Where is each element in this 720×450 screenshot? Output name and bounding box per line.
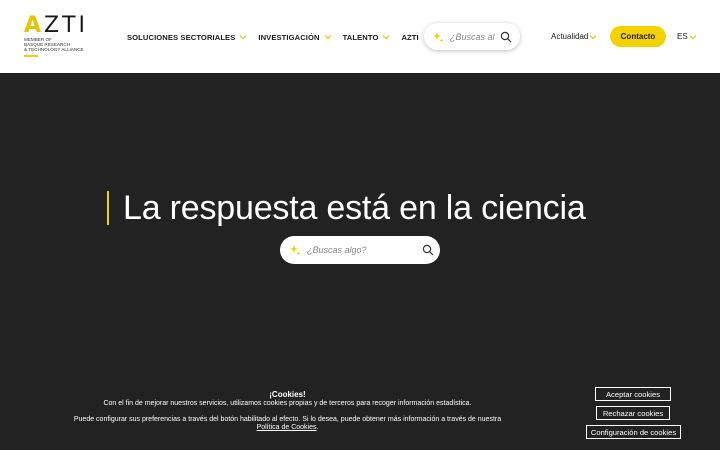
sparkle-icon bbox=[290, 245, 301, 256]
nav-item-talento[interactable]: TALENTO bbox=[343, 33, 391, 42]
site-header: AZTI MEMBER OF BASQUE RESEARCH & TECHNOL… bbox=[0, 0, 720, 73]
language-selector[interactable]: ES bbox=[677, 32, 697, 41]
accept-cookies-button[interactable]: Aceptar cookies bbox=[595, 387, 671, 401]
configure-cookies-button[interactable]: Configuración de cookies bbox=[586, 425, 681, 439]
nav-item-soluciones-sectoriales[interactable]: SOLUCIONES SECTORIALES bbox=[127, 33, 247, 42]
sparkle-icon bbox=[433, 31, 444, 42]
main-nav: SOLUCIONES SECTORIALES INVESTIGACIÓN TAL… bbox=[127, 31, 442, 43]
search-icon[interactable] bbox=[500, 31, 512, 43]
contact-button[interactable]: Contacto bbox=[610, 26, 666, 47]
chevron-down-icon bbox=[239, 33, 247, 41]
hero-title: La respuesta está en la ciencia bbox=[123, 189, 586, 227]
hero-search-input[interactable]: ¿Buscas algo? bbox=[280, 236, 440, 264]
nav-item-actualidad[interactable]: Actualidad bbox=[551, 32, 597, 41]
cookie-text: Con el fin de mejorar nuestros servicios… bbox=[103, 400, 472, 407]
logo-tagline: MEMBER OF BASQUE RESEARCH & TECHNOLOGY A… bbox=[24, 37, 84, 52]
azti-logo[interactable]: AZTI MEMBER OF BASQUE RESEARCH & TECHNOL… bbox=[24, 14, 85, 58]
reject-cookies-button[interactable]: Rechazar cookies bbox=[596, 406, 670, 420]
cookie-title: ¡Cookies! bbox=[269, 390, 306, 399]
logo-underline bbox=[24, 55, 38, 57]
header-search-input[interactable]: ¿Buscas al bbox=[424, 23, 520, 50]
cookie-policy-line: Política de Cookies. bbox=[256, 424, 319, 431]
logo-wordmark: AZTI bbox=[24, 13, 89, 38]
chevron-down-icon bbox=[324, 33, 332, 41]
nav-item-investigacion[interactable]: INVESTIGACIÓN bbox=[258, 33, 331, 42]
chevron-down-icon bbox=[382, 33, 390, 41]
hero-search-placeholder: ¿Buscas algo? bbox=[307, 245, 367, 255]
hero-accent-bar bbox=[107, 191, 109, 225]
search-icon[interactable] bbox=[422, 244, 434, 256]
header-search-placeholder: ¿Buscas al bbox=[450, 31, 495, 42]
cookie-policy-link[interactable]: Política de Cookies bbox=[257, 424, 317, 431]
cookie-banner: ¡Cookies! Con el fin de mejorar nuestros… bbox=[0, 380, 720, 450]
chevron-down-icon bbox=[689, 33, 697, 41]
chevron-down-icon bbox=[589, 33, 597, 41]
cookie-text: Puede configurar sus preferencias a trav… bbox=[73, 416, 502, 423]
